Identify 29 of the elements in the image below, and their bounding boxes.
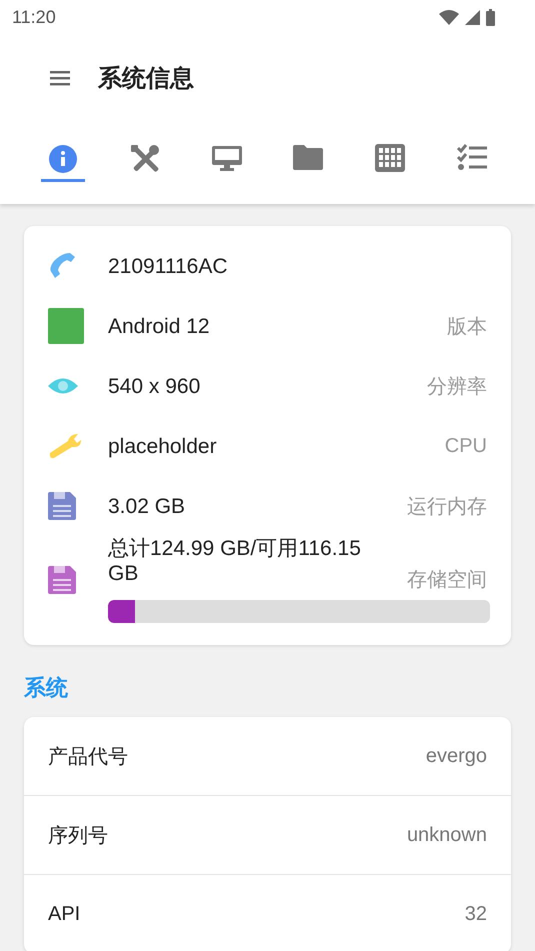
device-value: Android 12 [108, 314, 211, 338]
device-value: 21091116AC [108, 254, 228, 278]
device-label: 运行内存 [407, 494, 487, 520]
status-time: 11:20 [12, 6, 56, 28]
page-title: 系统信息 [98, 64, 194, 94]
battery-icon [486, 8, 495, 26]
info-value: evergo [426, 744, 487, 768]
info-label: 序列号 [48, 824, 108, 848]
device-value: placeholder [108, 434, 218, 458]
folder-icon [293, 144, 324, 170]
device-label: 分辨率 [427, 374, 487, 400]
device-value: 540 x 960 [108, 374, 202, 398]
info-label: API [48, 902, 80, 926]
checklist-icon [457, 144, 488, 170]
info-value: unknown [406, 824, 487, 846]
monitor-icon [212, 144, 242, 172]
info-icon [48, 144, 78, 174]
device-value: 总计124.99 GB/可用116.15 GB [108, 536, 362, 586]
signal-icon [465, 10, 480, 24]
grid-icon [375, 144, 406, 172]
device-label: CPU [444, 434, 487, 458]
device-label: 存储空间 [407, 568, 487, 593]
menu-icon[interactable] [50, 70, 70, 86]
info-value: 32 [464, 902, 487, 926]
wifi-icon [439, 9, 459, 25]
section-title: 系统 [22, 674, 69, 702]
device-value: 3.02 GB [108, 494, 186, 518]
device-label: 版本 [447, 314, 487, 340]
info-label: 产品代号 [48, 744, 128, 770]
